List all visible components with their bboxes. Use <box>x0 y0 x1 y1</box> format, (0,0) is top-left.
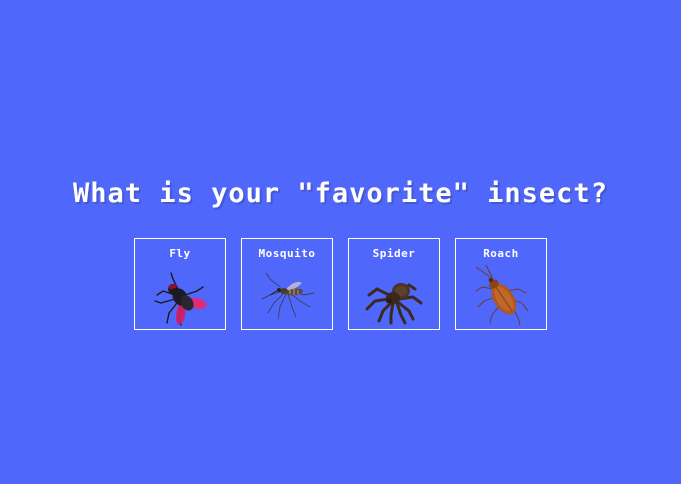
option-label: Fly <box>169 247 191 260</box>
option-roach[interactable]: Roach <box>455 238 547 330</box>
mosquito-icon <box>261 272 315 320</box>
option-spider[interactable]: Spider <box>348 238 440 330</box>
option-label: Roach <box>483 247 519 260</box>
option-fly[interactable]: Fly <box>134 238 226 330</box>
option-label: Mosquito <box>258 247 316 260</box>
option-mosquito[interactable]: Mosquito <box>241 238 333 330</box>
fly-icon <box>154 272 207 326</box>
roach-icon <box>475 265 529 326</box>
option-label: Spider <box>372 247 416 260</box>
question-title: What is your "favorite" insect? <box>73 178 608 209</box>
quiz-page: What is your "favorite" insect? Fly Mosq… <box>0 0 681 484</box>
spider-icon <box>365 283 423 325</box>
answer-options: Fly Mosquito Spider Roach <box>134 238 550 333</box>
